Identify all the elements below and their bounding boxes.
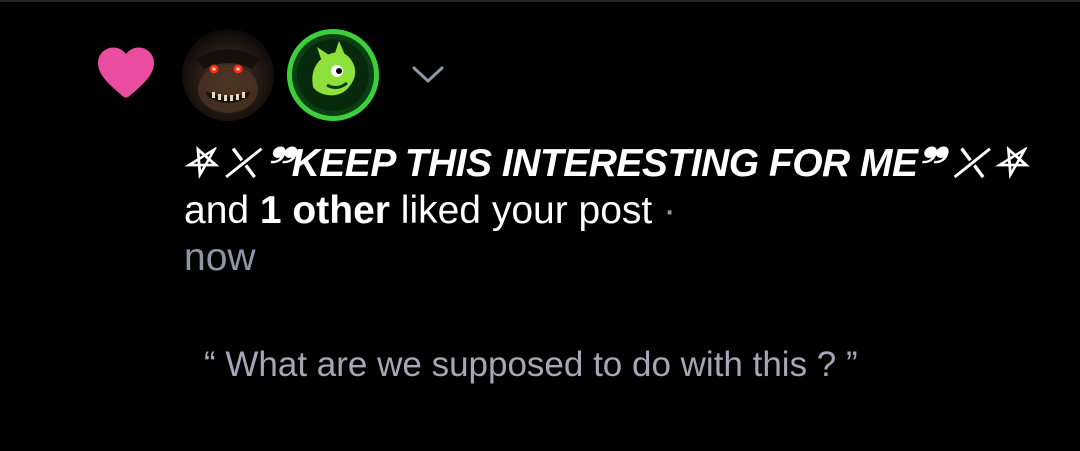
notification-message: ⛧ ⤫ ❞KEEP THIS INTERESTING FOR ME❞ ⤫ ⛧ a… bbox=[184, 140, 1044, 281]
action-text: liked your post bbox=[389, 189, 664, 232]
others-link[interactable]: 1 other bbox=[260, 189, 390, 232]
post-excerpt[interactable]: “ What are we supposed to do with this ?… bbox=[204, 344, 1024, 386]
avatar-green-mascot[interactable] bbox=[287, 29, 379, 121]
separator-dot: · bbox=[663, 189, 677, 232]
timestamp: now bbox=[184, 236, 256, 279]
and-text: and bbox=[184, 189, 260, 232]
chevron-down-icon[interactable] bbox=[408, 62, 448, 86]
dark-creature-avatar bbox=[182, 29, 274, 121]
heart-icon bbox=[98, 47, 154, 98]
avatar-dark-creature[interactable] bbox=[182, 29, 274, 121]
like-notification[interactable]: ⛧ ⤫ ❞KEEP THIS INTERESTING FOR ME❞ ⤫ ⛧ a… bbox=[0, 0, 1080, 451]
green-mascot-avatar bbox=[287, 29, 379, 121]
user-display-name[interactable]: ⛧ ⤫ ❞KEEP THIS INTERESTING FOR ME❞ ⤫ ⛧ bbox=[184, 142, 1026, 185]
